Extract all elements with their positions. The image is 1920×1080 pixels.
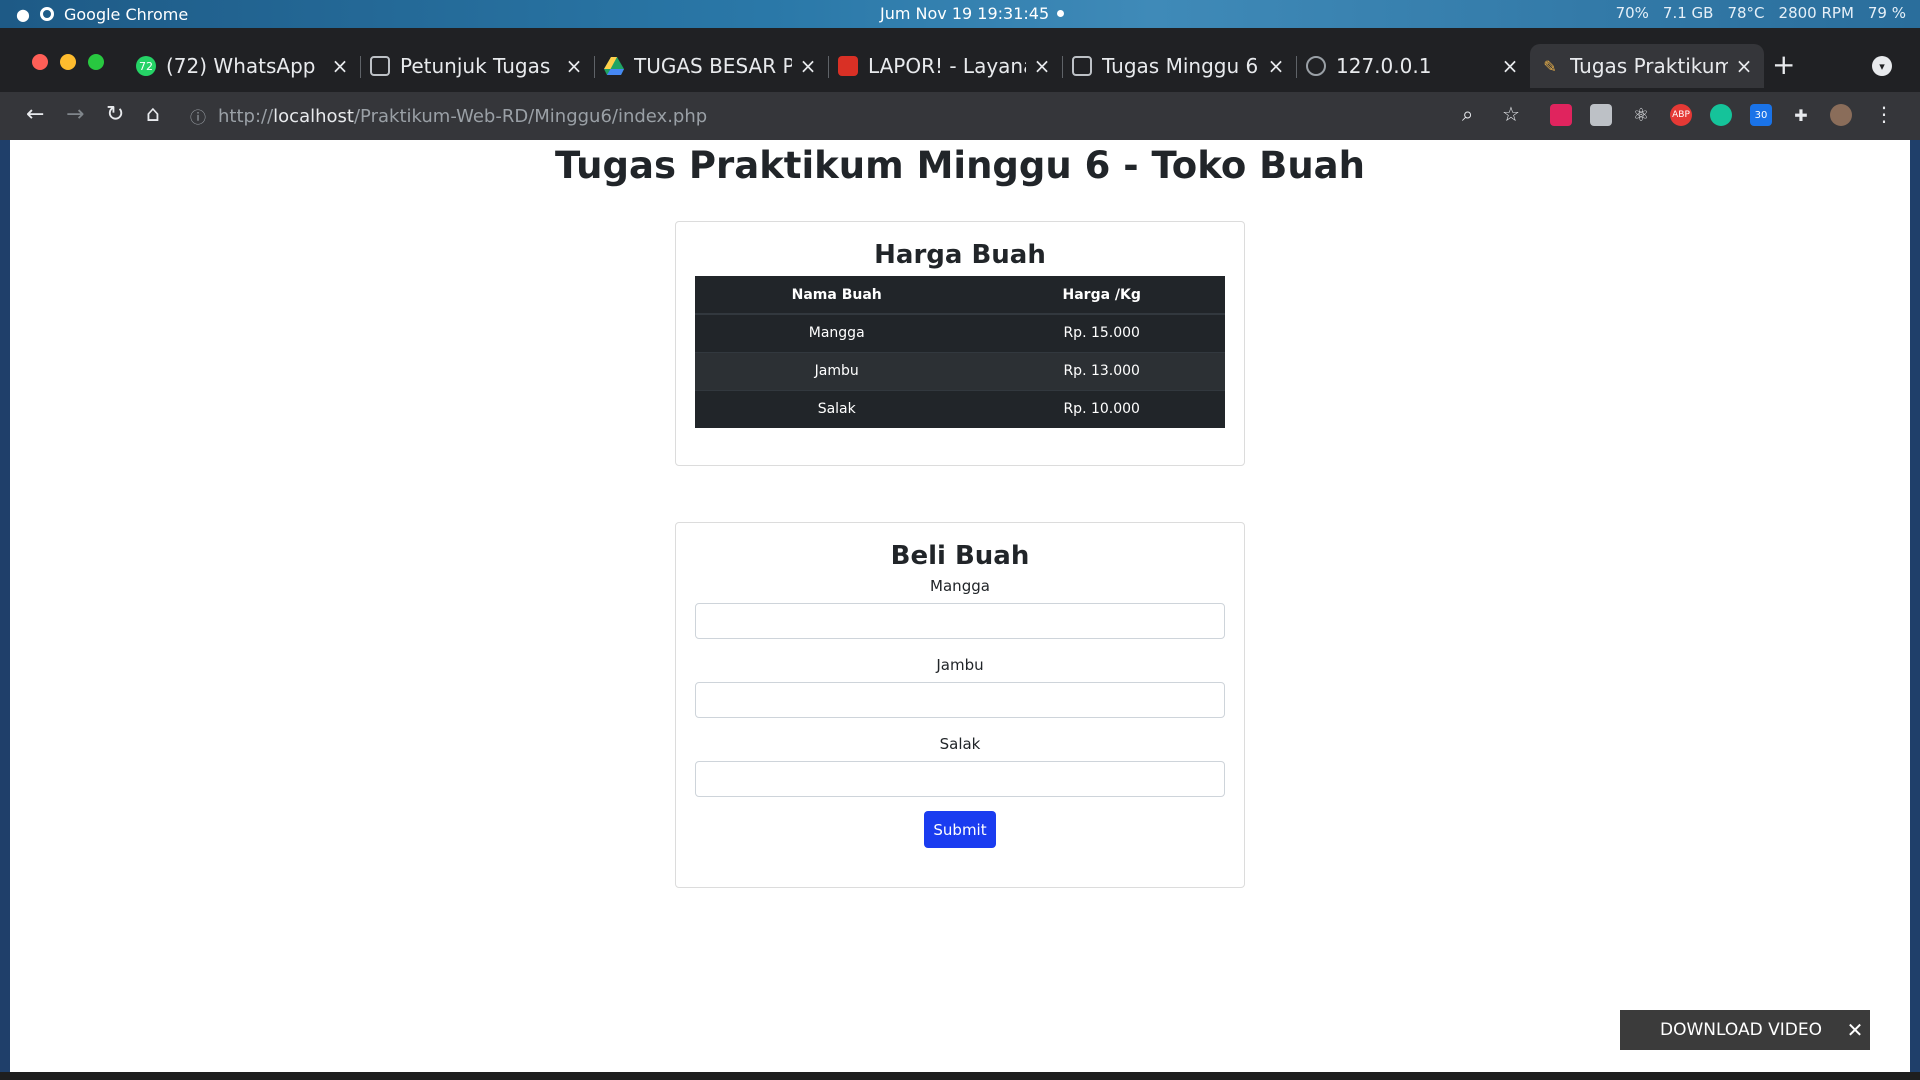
url-scheme: http:// — [218, 105, 274, 127]
close-window-button[interactable] — [32, 54, 48, 70]
buy-card: Beli Buah Mangga Jambu Salak Submit — [675, 522, 1245, 888]
table-row: Mangga Rp. 15.000 — [695, 313, 1225, 352]
price-cell: Rp. 13.000 — [978, 351, 1225, 390]
minimize-window-button[interactable] — [60, 54, 76, 70]
menu-kebab-icon[interactable]: ⋮ — [1874, 102, 1894, 126]
battery-stat: 79 % — [1867, 4, 1906, 22]
tab-label: (72) WhatsApp — [166, 54, 316, 78]
salak-label: Salak — [939, 735, 981, 753]
address-bar[interactable]: ⓘ http:// localhost /Praktikum-Web-RD/Mi… — [190, 98, 1540, 134]
extension-red-icon[interactable] — [1550, 104, 1572, 126]
table-header-row: Nama Buah Harga /Kg — [695, 276, 1225, 315]
fruit-name-cell: Salak — [695, 389, 979, 428]
tab-lapor[interactable]: LAPOR! - Layanan × — [828, 44, 1062, 88]
close-tab-icon[interactable]: × — [1032, 54, 1052, 78]
tab-label: Tugas Minggu 6 I — [1102, 54, 1260, 78]
page-viewport: Tugas Praktikum Minggu 6 - Toko Buah Har… — [10, 140, 1910, 1072]
tab-label: TUGAS BESAR PE — [634, 54, 792, 78]
price-cell: Rp. 15.000 — [978, 313, 1225, 352]
tab-label: Tugas Praktikum — [1570, 54, 1728, 78]
maximize-window-button[interactable] — [88, 54, 104, 70]
grammarly-icon[interactable] — [1710, 104, 1732, 126]
drive-icon — [604, 56, 624, 76]
whatsapp-icon: 72 — [136, 56, 156, 76]
table-row: Salak Rp. 10.000 — [695, 389, 1225, 428]
close-tab-icon[interactable]: × — [564, 54, 584, 78]
classroom-icon — [370, 56, 390, 76]
fruit-name-cell: Mangga — [695, 313, 979, 352]
back-arrow-icon[interactable]: ← — [26, 102, 44, 127]
url-host: localhost — [273, 105, 354, 127]
apple-icon[interactable]: ● — [16, 5, 30, 24]
editor-status-bar — [0, 1072, 1920, 1080]
price-card: Harga Buah Nama Buah Harga /Kg Mangga Rp… — [675, 221, 1245, 466]
extensions-puzzle-icon[interactable]: ✚ — [1790, 104, 1812, 126]
tab-tugas-besar[interactable]: TUGAS BESAR PE × — [594, 44, 828, 88]
jambu-input[interactable] — [695, 682, 1225, 718]
tab-search-icon[interactable]: ▾ — [1872, 56, 1892, 76]
calendar-extension-icon[interactable]: 30 — [1750, 104, 1772, 126]
tab-label: 127.0.0.1 — [1336, 54, 1432, 78]
close-icon[interactable]: ✕ — [1840, 1018, 1870, 1042]
fruit-name-cell: Jambu — [695, 351, 979, 390]
zoom-icon[interactable]: ⌕ — [1462, 102, 1473, 126]
browser-toolbar: ← → ↻ ⌂ ⓘ http:// localhost /Praktikum-W… — [0, 92, 1920, 140]
chrome-icon — [39, 7, 54, 21]
tab-localhost-ip[interactable]: 127.0.0.1 × — [1296, 44, 1530, 88]
system-stats: 70% 7.1 GB 78°C 2800 RPM 79 % — [1616, 4, 1906, 22]
tab-whatsapp[interactable]: 72 (72) WhatsApp × — [126, 44, 360, 88]
jambu-label: Jambu — [936, 656, 984, 674]
memory-stat: 7.1 GB — [1662, 4, 1714, 22]
price-table: Nama Buah Harga /Kg Mangga Rp. 15.000 Ja… — [695, 276, 1225, 428]
close-tab-icon[interactable]: × — [1500, 54, 1520, 78]
globe-icon — [1306, 56, 1326, 76]
classroom-icon — [1072, 56, 1092, 76]
submit-button[interactable]: Submit — [924, 811, 996, 848]
reload-icon[interactable]: ↻ — [106, 102, 124, 127]
react-devtools-icon[interactable]: ⚛ — [1630, 104, 1652, 126]
adblock-plus-icon[interactable]: ABP — [1670, 104, 1692, 126]
table-row: Jambu Rp. 13.000 — [695, 351, 1225, 390]
lapor-icon — [838, 56, 858, 76]
close-tab-icon[interactable]: × — [1734, 54, 1754, 78]
download-video-label[interactable]: DOWNLOAD VIDEO — [1620, 1020, 1840, 1040]
price-card-heading: Harga Buah — [874, 240, 1046, 270]
column-header: Nama Buah — [695, 276, 979, 315]
feather-icon: ✎ — [1543, 56, 1557, 76]
page-title: Tugas Praktikum Minggu 6 - Toko Buah — [555, 144, 1365, 187]
column-header: Harga /Kg — [978, 276, 1225, 315]
notification-dot-icon — [1057, 10, 1065, 17]
home-icon[interactable]: ⌂ — [146, 102, 160, 127]
download-video-overlay[interactable]: DOWNLOAD VIDEO ✕ — [1620, 1010, 1870, 1050]
os-menu-bar: ● Google Chrome Jum Nov 19 19:31:45 70% … — [0, 0, 1920, 28]
url-path: /Praktikum-Web-RD/Minggu6/index.php — [353, 105, 708, 127]
close-tab-icon[interactable]: × — [330, 54, 350, 78]
cpu-stat: 70% — [1615, 4, 1649, 22]
close-tab-icon[interactable]: × — [1266, 54, 1286, 78]
new-tab-button[interactable]: + — [1772, 48, 1795, 81]
buy-card-heading: Beli Buah — [890, 541, 1030, 571]
clock[interactable]: Jum Nov 19 19:31:45 — [880, 4, 1049, 23]
tab-tugas-minggu-6[interactable]: Tugas Minggu 6 I × — [1062, 44, 1296, 88]
profile-avatar[interactable] — [1830, 104, 1852, 126]
salak-input[interactable] — [695, 761, 1225, 797]
window-controls — [32, 54, 104, 70]
tab-label: Petunjuk Tugas B — [400, 54, 558, 78]
tab-tugas-praktikum[interactable]: ✎ Tugas Praktikum × — [1530, 44, 1764, 88]
active-app-name[interactable]: Google Chrome — [64, 5, 188, 24]
tab-strip: 72 (72) WhatsApp × Petunjuk Tugas B × TU… — [126, 44, 1764, 88]
mangga-input[interactable] — [695, 603, 1225, 639]
temperature-stat: 78°C — [1727, 4, 1765, 22]
extension-photo-icon[interactable] — [1590, 104, 1612, 126]
tab-petunjuk-tugas[interactable]: Petunjuk Tugas B × — [360, 44, 594, 88]
browser-window-frame: 72 (72) WhatsApp × Petunjuk Tugas B × TU… — [0, 28, 1920, 140]
close-tab-icon[interactable]: × — [798, 54, 818, 78]
tab-label: LAPOR! - Layanan — [868, 54, 1026, 78]
forward-arrow-icon[interactable]: → — [66, 102, 84, 127]
bookmark-star-icon[interactable]: ☆ — [1502, 102, 1520, 126]
site-info-icon[interactable]: ⓘ — [190, 104, 206, 128]
mangga-label: Mangga — [930, 577, 990, 595]
fan-stat: 2800 RPM — [1778, 4, 1854, 22]
price-cell: Rp. 10.000 — [978, 389, 1225, 428]
